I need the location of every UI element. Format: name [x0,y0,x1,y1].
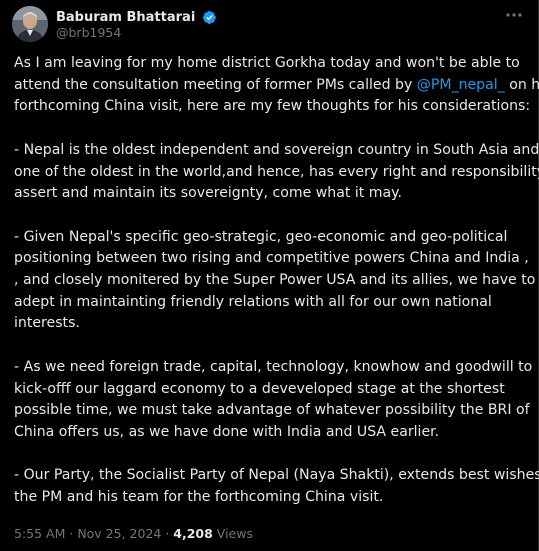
author-name-row: Baburam Bhattarai [56,7,217,25]
tweet-line: interests. [14,315,80,332]
tweet-line: attend the consultation meeting of forme… [14,75,539,97]
author-handle[interactable]: @brb1954 [56,25,121,40]
tweet-header: Baburam Bhattarai @brb1954 [12,6,527,42]
avatar[interactable] [12,6,48,42]
tweet-line: - Our Party, the Socialist Party of Nepa… [14,467,539,484]
tweet-line: China offers us, as we have done with In… [14,423,440,440]
tweet-line: assert and maintain its sovereignty, com… [14,185,402,202]
tweet-card: Baburam Bhattarai @brb1954 As I am leavi… [0,0,539,551]
tweet-line: - Nepal is the oldest independent and so… [14,141,539,158]
tweet-line: adept in maintainting friendly relations… [14,293,492,310]
meta-separator: · [161,526,174,541]
tweet-meta: 5:55 AM · Nov 25, 2024 · 4,208 Views [14,526,253,541]
avatar-photo-icon [12,6,48,42]
tweet-date[interactable]: Nov 25, 2024 [77,526,161,541]
tweet-line: positioning between two rising and compe… [14,250,529,267]
tweet-line: kick-offf our laggard economy to a devev… [14,380,505,397]
author-name[interactable]: Baburam Bhattarai [56,10,195,25]
verified-badge-icon [203,11,217,25]
views-count: 4,208 [173,526,213,541]
tweet-time[interactable]: 5:55 AM [14,526,65,541]
more-options-icon[interactable] [505,8,523,22]
tweet-line: one of the oldest in the world,and hence… [14,163,539,180]
tweet-text: As I am leaving for my home district Gor… [14,53,539,509]
tweet-line: , and closely monitered by the Super Pow… [14,272,539,288]
tweet-line: As I am leaving for my home district Gor… [14,55,520,71]
tweet-line: forthcoming China visit, here are my few… [14,98,531,115]
mention-link[interactable]: @PM_nepal_ [417,77,505,93]
meta-separator: · [65,526,78,541]
tweet-line: possible time, we must take advantage of… [14,402,530,419]
tweet-line: - Given Nepal's specific geo-strategic, … [14,228,508,245]
tweet-line-text: on his [509,76,539,93]
views-label: Views [212,526,253,541]
tweet-line-text: attend the consultation meeting of forme… [14,76,417,93]
tweet-line: - As we need foreign trade, capital, tec… [14,358,533,375]
tweet-line: the PM and his team for the forthcoming … [14,489,384,505]
